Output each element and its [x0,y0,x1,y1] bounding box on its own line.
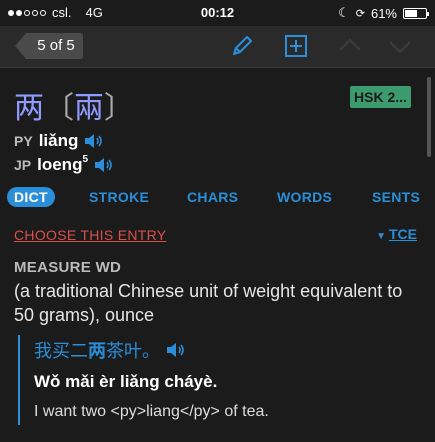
example-pinyin-pre: Wǒ mǎi èr [34,372,120,391]
pager-back-button[interactable]: 5 of 5 [14,32,84,60]
status-bar: csl. 4G 00:12 ☾ ⟳ 61% [0,0,435,26]
battery-icon [403,7,429,19]
tab-words[interactable]: WORDS [277,189,332,205]
section-tabs: DICT STROKE CHARS WORDS SENTS [0,184,435,212]
jyutping-text: loeng [37,155,83,174]
open-bracket: 〔 [44,91,74,126]
toolbar: 5 of 5 [0,26,435,68]
example-hanzi[interactable]: 我买二两茶叶。 [34,337,418,363]
example-pinyin: Wǒ mǎi èr liǎng cháyè. [34,372,418,392]
speaker-icon[interactable] [93,156,113,174]
example-hanzi-highlight: 两 [88,341,106,362]
headword-simplified: 两 [14,91,44,126]
jyutping-row: JP loeng 5 [14,153,113,175]
chevron-down-icon[interactable] [387,33,413,59]
example-block: 我买二两茶叶。 Wǒ mǎi èr liǎng cháyè. I want tw… [18,335,418,425]
chevron-up-icon[interactable] [337,33,363,59]
pinyin-row: PY liǎng [14,131,103,151]
headword[interactable]: 两〔兩〕 [14,83,134,127]
status-right: ☾ ⟳ 61% [338,5,429,21]
triangle-down-icon: ▼ [376,231,386,242]
tab-chars[interactable]: CHARS [187,189,238,205]
sense-label: MEASURE WD [14,259,122,276]
source-label: TCE [389,226,417,242]
rotation-lock-icon: ⟳ [355,7,365,20]
hsk-badge[interactable]: HSK 2... [350,86,411,108]
jyutping-tone: 5 [82,153,89,165]
pager-label: 5 of 5 [37,37,75,54]
speaker-icon[interactable] [83,132,103,150]
pinyin-text: liǎng [38,131,79,150]
moon-icon: ☾ [338,5,350,20]
example-pinyin-post: cháyè. [159,372,218,391]
tab-stroke[interactable]: STROKE [89,189,149,205]
example-hanzi-post: 茶叶。 [106,341,160,362]
scrollbar[interactable] [427,77,431,157]
speaker-icon[interactable] [165,341,185,359]
example-pinyin-highlight: liǎng [119,372,160,391]
example-hanzi-pre: 我买二 [34,341,88,362]
close-bracket: 〕 [104,91,134,126]
edit-pencil-icon[interactable] [229,33,255,59]
pinyin-tag: PY [14,133,33,149]
definition-text: (a traditional Chinese unit of weight eq… [14,281,403,325]
jyutping-tag: JP [14,157,32,173]
choose-entry-link[interactable]: CHOOSE THIS ENTRY [14,227,166,243]
tab-sents[interactable]: SENTS [372,189,420,205]
battery-percent: 61% [370,5,397,21]
example-english: I want two <py>liang</py> of tea. [34,403,269,420]
headword-traditional: 兩 [74,91,104,126]
source-toggle[interactable]: ▼ TCE [376,226,417,242]
entry-content: 两〔兩〕 HSK 2... PY liǎng JP loeng 5 DICT ST… [0,69,435,442]
add-to-list-icon[interactable] [283,33,309,59]
tab-dict[interactable]: DICT [7,187,55,207]
